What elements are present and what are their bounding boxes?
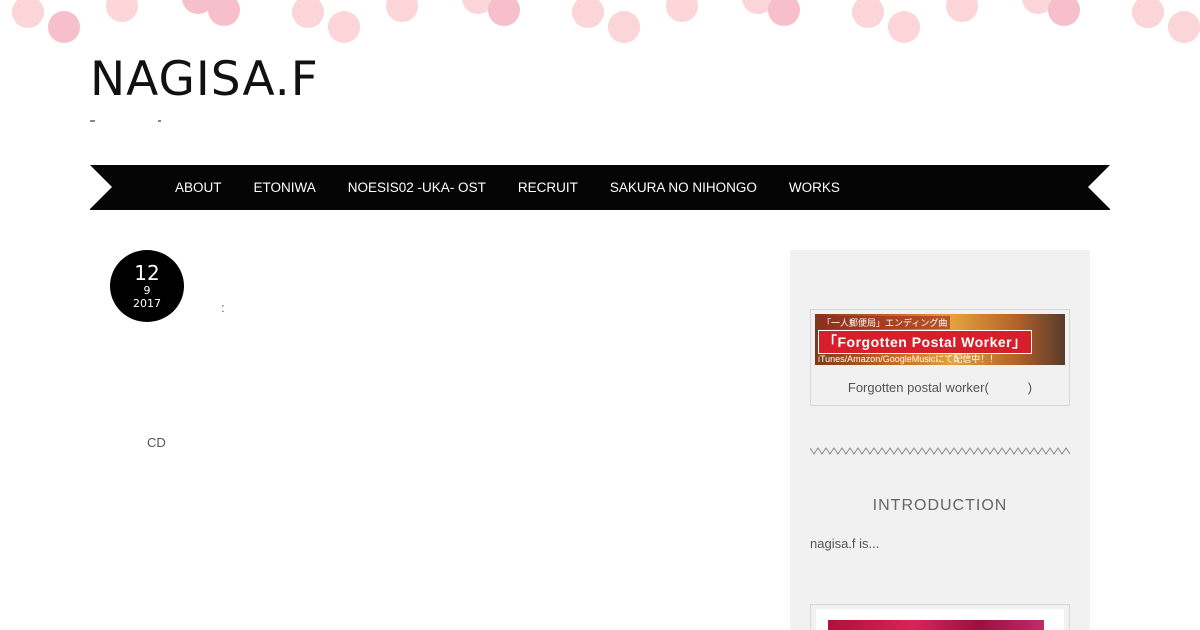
forgotten-postal-worker-banner[interactable]: 「一人郵便局」エンディング曲 「Forgotten Postal Worker」… bbox=[815, 314, 1065, 365]
nav-item-etoniwa[interactable]: ETONIWA bbox=[254, 180, 316, 195]
nav-item-recruit[interactable]: RECRUIT bbox=[518, 180, 578, 195]
nav-item-sakura-no-nihongo[interactable]: SAKURA NO NIHONGO bbox=[610, 180, 757, 195]
main-navigation: ABOUT ETONIWA NOESIS02 -UKA- OST RECRUIT… bbox=[90, 165, 1110, 210]
banner-widget: 「一人郵便局」エンディング曲 「Forgotten Postal Worker」… bbox=[810, 309, 1070, 406]
banner-sub-text: iTunes/Amazon/GoogleMusicにて配信中！！ bbox=[818, 354, 999, 364]
post-date-badge: 12 9 2017 bbox=[110, 250, 184, 322]
post-date-day: 12 bbox=[134, 261, 160, 285]
nav-menu: ABOUT ETONIWA NOESIS02 -UKA- OST RECRUIT… bbox=[175, 165, 872, 210]
profile-image[interactable] bbox=[828, 620, 1044, 630]
post-date-year: 2017 bbox=[133, 297, 161, 310]
introduction-heading: INTRODUCTION bbox=[872, 497, 1008, 514]
banner-main-text: 「Forgotten Postal Worker」 bbox=[818, 330, 1032, 354]
polka-dot-header-decoration bbox=[0, 0, 1200, 48]
post-date-month: 9 bbox=[143, 284, 151, 297]
post-text-cd: CD bbox=[147, 435, 166, 450]
profile-image-widget bbox=[810, 604, 1070, 630]
page: NAGISA.F ABOUT ETONIWA NOESIS02 -UKA- OS… bbox=[0, 0, 1200, 630]
sidebar: 「一人郵便局」エンディング曲 「Forgotten Postal Worker」… bbox=[790, 250, 1090, 630]
post-text-fragment: : bbox=[221, 300, 225, 315]
introduction-text: nagisa.f is... bbox=[810, 536, 880, 551]
site-title[interactable]: NAGISA.F bbox=[90, 52, 319, 107]
ribbon-notch-left bbox=[90, 165, 112, 209]
nav-item-works[interactable]: WORKS bbox=[789, 180, 840, 195]
nav-item-noesis02-ost[interactable]: NOESIS02 -UKA- OST bbox=[348, 180, 486, 195]
nav-item-about[interactable]: ABOUT bbox=[175, 180, 222, 195]
banner-caption: Forgotten postal worker( ) bbox=[847, 380, 1033, 395]
zigzag-divider bbox=[810, 447, 1070, 455]
site-tagline bbox=[90, 120, 170, 124]
ribbon-notch-right bbox=[1088, 165, 1110, 209]
banner-top-text: 「一人郵便局」エンディング曲 bbox=[819, 316, 951, 329]
